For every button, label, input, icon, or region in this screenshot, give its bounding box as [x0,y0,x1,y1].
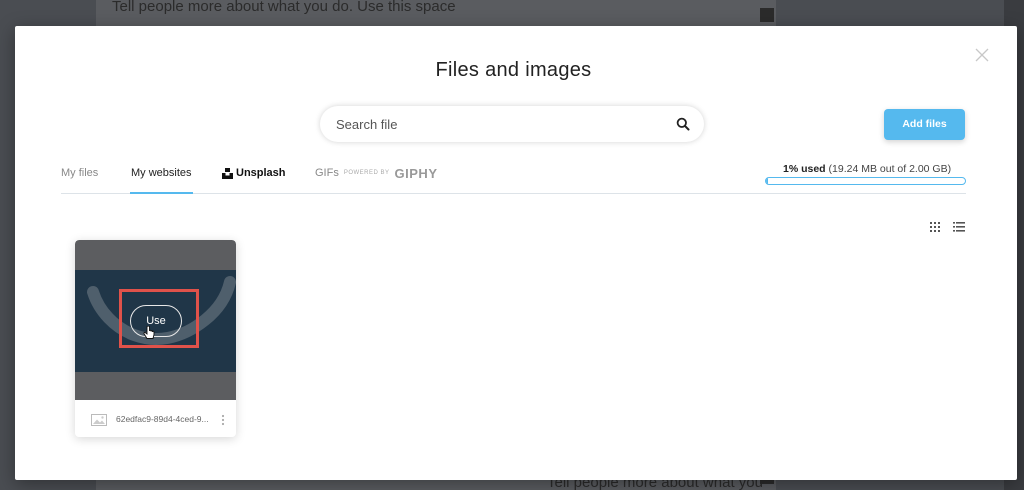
tab-unsplash[interactable]: Unsplash [222,167,286,194]
tab-gifs[interactable]: GIFs POWERED BY GIPHY [315,166,438,194]
storage-usage-fill [766,178,768,184]
storage-usage-label: 1% used (19.24 MB out of 2.00 GB) [783,163,951,175]
search-icon[interactable] [676,117,690,131]
list-view-icon[interactable] [953,219,965,232]
hand-cursor-icon [143,326,155,340]
use-button[interactable]: Use [130,305,182,337]
add-files-button[interactable]: Add files [884,109,965,140]
tab-gifs-label: GIFs [315,167,339,179]
image-file-icon [91,413,107,426]
storage-usage-bar [765,177,966,185]
files-modal: Files and images Add files My files My w… [15,26,1017,480]
search-input[interactable] [320,106,650,142]
tab-unsplash-label: Unsplash [236,167,286,179]
giphy-logo: GIPHY [394,166,438,181]
storage-used-detail: (19.24 MB out of 2.00 GB) [828,163,952,175]
grid-view-icon[interactable] [930,219,940,232]
powered-by-label: POWERED BY [343,170,390,176]
background-handle-top [760,8,774,22]
file-name: 62edfac9-89d4-4ced-9... [116,413,209,424]
search-box [320,106,704,142]
tab-my-files[interactable]: My files [61,167,98,194]
file-card[interactable]: Use 62edfac9-89d4-4ced-9... [75,240,236,437]
storage-used-percent: 1% used [783,163,826,175]
tab-my-websites[interactable]: My websites [130,167,193,194]
file-thumbnail[interactable]: Use [75,240,236,400]
unsplash-logo-icon [222,168,233,179]
file-card-footer: 62edfac9-89d4-4ced-9... [75,400,236,437]
more-vertical-icon[interactable] [221,413,225,425]
modal-title: Files and images [435,59,592,81]
background-text-top: Tell people more about what you do. Use … [112,0,456,15]
